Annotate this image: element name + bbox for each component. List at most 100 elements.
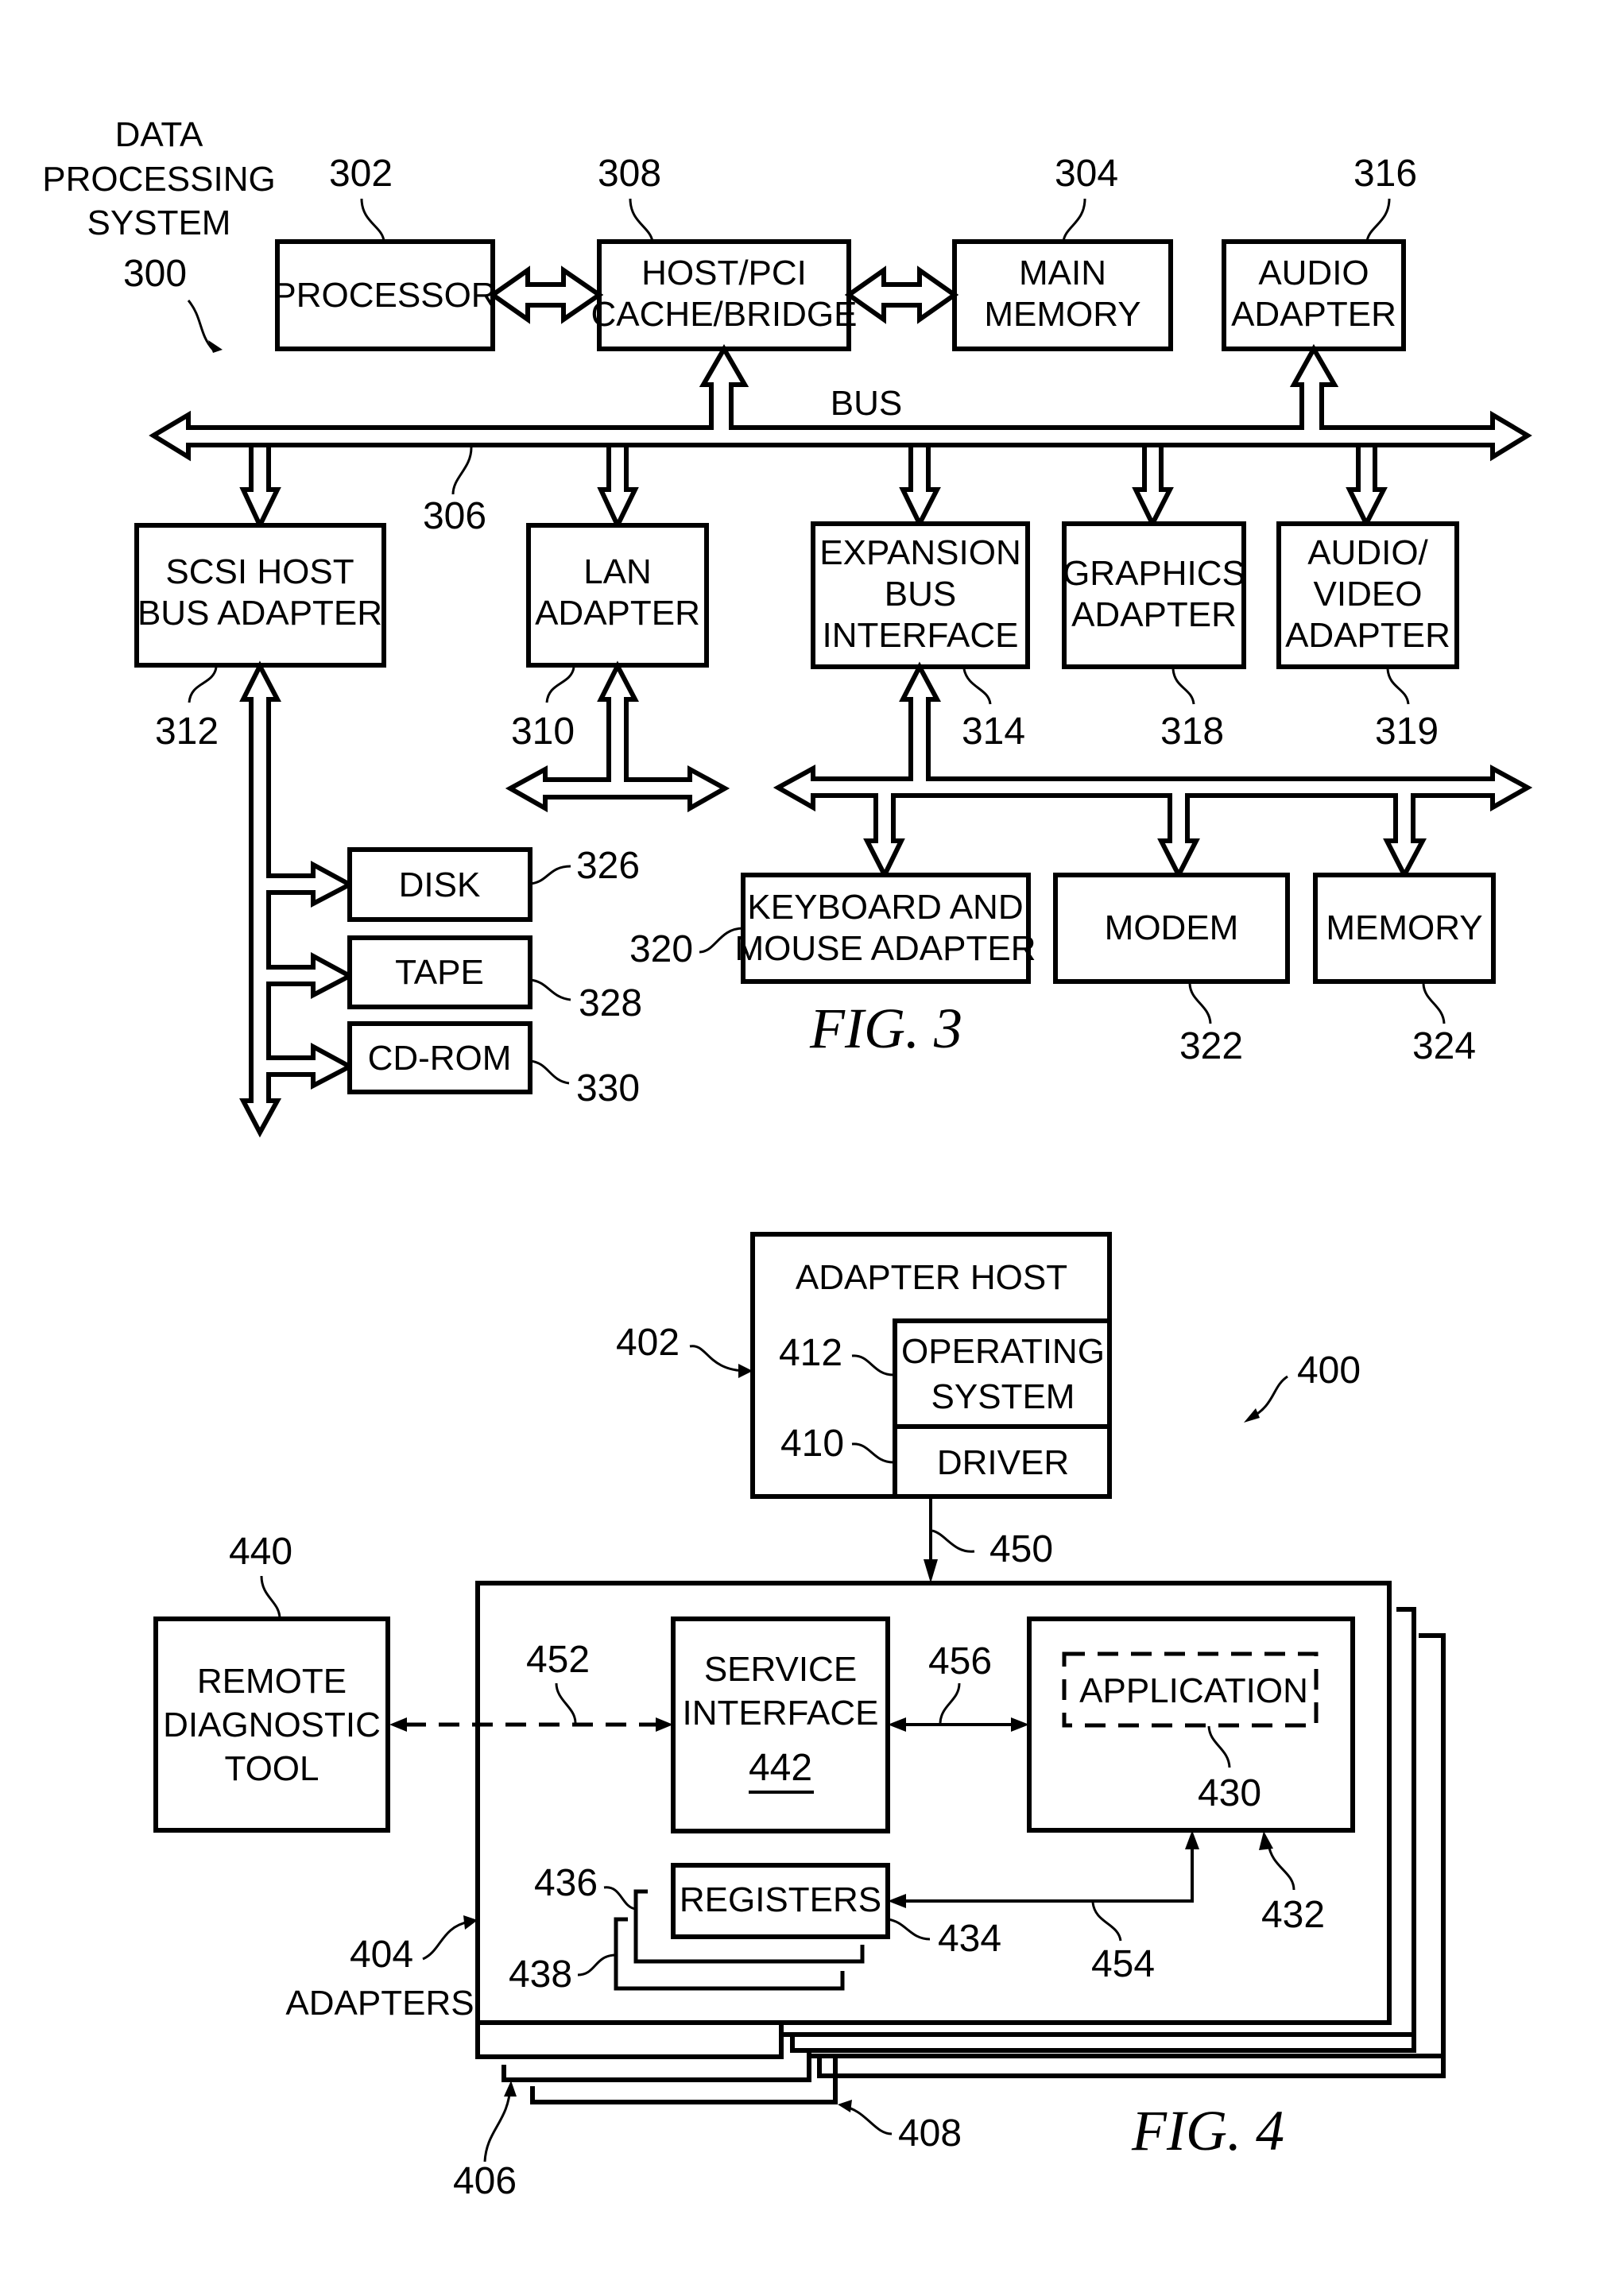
os-line-1: OPERATING [901,1332,1105,1371]
registers-label: REGISTERS [680,1880,881,1919]
ref-316: 316 [1353,153,1417,195]
leader-316 [1365,198,1391,242]
keyboard-line-1: KEYBOARD AND [747,888,1023,927]
patent-figure-page: DATA PROCESSING SYSTEM 300 PROCESSOR 302… [0,0,1611,2296]
disk-label: DISK [399,865,481,904]
lan-line-2: ADAPTER [535,594,700,633]
host-bridge-line-1: HOST/PCI [641,254,807,292]
system-bus-306: BUS 306 [149,343,1532,537]
bus-drop-av [1346,443,1388,529]
remote-tool-line-1: REMOTE [197,1662,347,1701]
os-line-2: SYSTEM [931,1377,1075,1416]
leader-328 [529,978,571,1001]
adapter-front-tab [475,2020,784,2059]
fig4-title: FIG. 4 [1131,2099,1284,2162]
cd-rom-label: CD-ROM [368,1039,512,1078]
ref-410: 410 [780,1423,844,1465]
ref-308: 308 [598,153,661,195]
scsi-device-bus-arrow [239,660,355,1138]
leader-arrow-404 [422,1920,470,1961]
ref-440: 440 [229,1531,292,1573]
audio-adapter-line-1: AUDIO [1258,254,1369,292]
ref-324: 324 [1412,1025,1476,1067]
ref-300: 300 [123,253,187,295]
modem-label: MODEM [1105,908,1239,947]
av-line-2: VIDEO [1314,575,1423,614]
expansion-line-2: BUS [885,575,956,614]
graphics-line-2: ADAPTER [1071,595,1237,634]
leader-322 [1188,983,1212,1024]
service-line-1: SERVICE [704,1650,857,1689]
driver-label: DRIVER [937,1443,1069,1482]
av-line-3: ADAPTER [1285,616,1450,655]
ref-320: 320 [629,928,693,970]
adapters-label: ADAPTERS [285,1984,474,2023]
leader-312 [188,667,218,703]
ref-302: 302 [329,153,393,195]
scsi-line-2: BUS ADAPTER [137,594,382,633]
system-label-line-2: PROCESSING [42,160,275,199]
bus-drop-expansion [899,443,941,529]
ref-328: 328 [579,982,642,1024]
ref-434: 434 [938,1918,1001,1960]
lan-line-1: LAN [583,552,652,591]
bus-drop-scsi [239,443,281,531]
ref-310: 310 [511,710,575,753]
ref-330: 330 [576,1067,640,1109]
leader-324 [1422,983,1446,1024]
expansion-line-1: EXPANSION [819,533,1020,572]
ref-404: 404 [350,1934,413,1976]
ref-438: 438 [509,1953,572,1996]
leader-308 [629,198,654,242]
arrowhead-icon [389,1717,407,1732]
ref-319: 319 [1375,710,1439,753]
ref-402: 402 [616,1322,680,1364]
leader-arrow-406 [483,2085,512,2162]
system-label-line-3: SYSTEM [87,203,231,242]
bus-drop-lan [597,443,639,531]
system-label-300: DATA PROCESSING SYSTEM 300 [42,115,276,353]
leader-440 [260,1575,281,1620]
leader-318 [1171,668,1195,705]
ref-432: 432 [1261,1894,1325,1936]
leader-314 [962,668,992,705]
fig3-title: FIG. 3 [809,997,962,1060]
ref-408: 408 [898,2112,962,2155]
bus-drop-graphics [1132,443,1174,529]
leader-319 [1386,668,1410,705]
memory-label: MEMORY [1326,908,1482,947]
audio-adapter-line-2: ADAPTER [1231,295,1396,334]
leader-306 [451,447,473,495]
ref-450: 450 [989,1528,1053,1570]
ref-318: 318 [1160,710,1224,753]
tape-label: TAPE [395,953,484,992]
arrowhead-icon [504,2081,517,2097]
ref-436: 436 [534,1862,598,1904]
bridge-memory-link-arrow [844,265,959,324]
ref-306: 306 [423,495,486,537]
processor-bridge-link-arrow [488,265,604,324]
arrowhead-icon [924,1559,938,1583]
arrowhead-icon [1244,1408,1260,1423]
leader-302 [360,198,385,242]
ref-314: 314 [962,710,1025,753]
remote-tool-line-2: DIAGNOSTIC [163,1706,381,1744]
system-label-line-1: DATA [115,115,203,154]
arrowhead-icon [838,2100,852,2112]
fig4: 400 ADAPTER HOST 402 OPERATING SYSTEM 41… [153,1232,1446,2202]
ref-312: 312 [155,710,219,753]
ref-452: 452 [526,1639,590,1681]
diagram-canvas: DATA PROCESSING SYSTEM 300 PROCESSOR 302… [42,115,1533,2202]
ref-304: 304 [1055,153,1118,195]
ref-454: 454 [1091,1943,1155,1985]
remote-tool-line-3: TOOL [224,1749,319,1788]
processor-label: PROCESSOR [273,276,496,315]
fig3: DATA PROCESSING SYSTEM 300 PROCESSOR 302… [42,115,1533,1138]
expansion-line-3: INTERFACE [823,616,1019,655]
bus-label: BUS [831,384,902,423]
main-memory-line-1: MAIN [1019,254,1106,292]
service-line-2: INTERFACE [683,1694,879,1733]
ref-406: 406 [453,2160,517,2202]
application-label: APPLICATION [1079,1671,1308,1710]
graphics-line-1: GRAPHICS [1063,554,1245,593]
